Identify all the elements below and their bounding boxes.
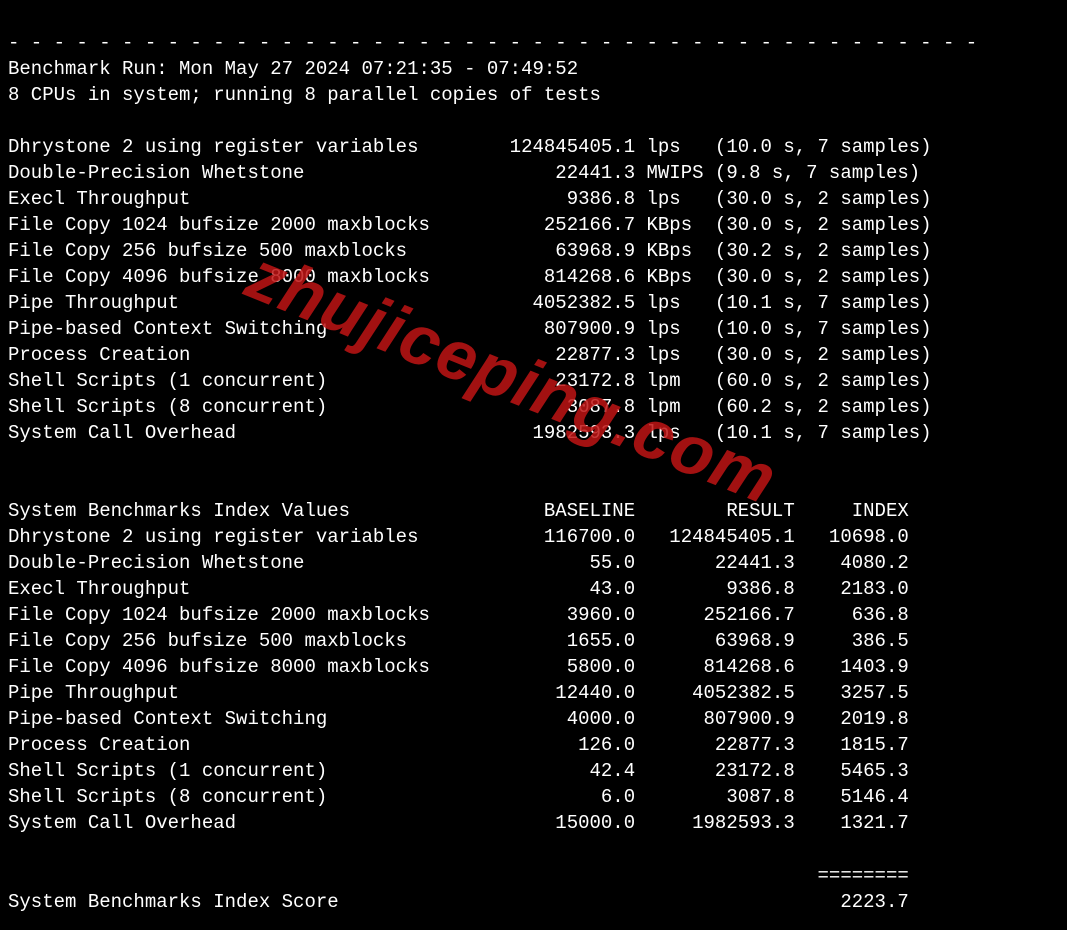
index-values-block: System Benchmarks Index Values BASELINE … (8, 498, 1059, 836)
cpu-info-line: 8 CPUs in system; running 8 parallel cop… (8, 84, 601, 106)
score-block: ======== System Benchmarks Index Score 2… (8, 863, 1059, 915)
test-results-block: Dhrystone 2 using register variables 124… (8, 134, 1059, 446)
separator-line: - - - - - - - - - - - - - - - - - - - - … (8, 32, 977, 54)
benchmark-run-line: Benchmark Run: Mon May 27 2024 07:21:35 … (8, 58, 578, 80)
terminal-output: - - - - - - - - - - - - - - - - - - - - … (0, 0, 1067, 930)
